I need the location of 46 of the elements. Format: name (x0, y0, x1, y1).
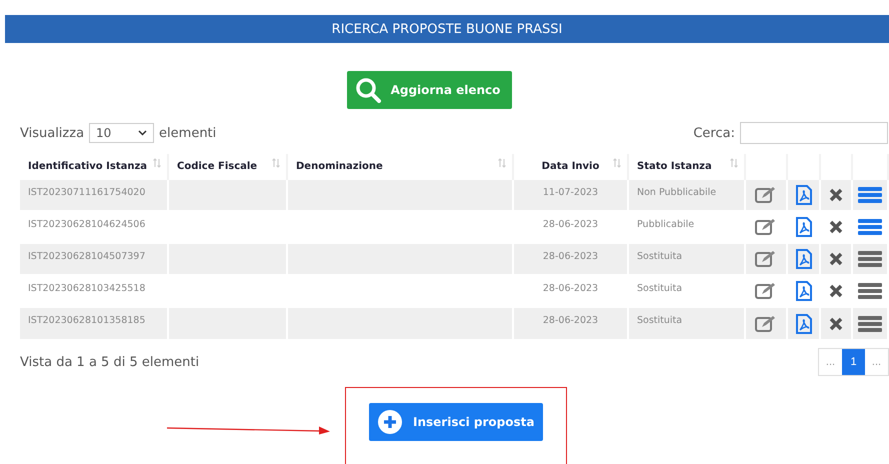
search-label: Cerca: (693, 126, 735, 140)
add-button[interactable]: Inserisci proposta (369, 403, 543, 441)
sort-icon (153, 158, 161, 168)
edit-icon[interactable] (755, 186, 777, 204)
edit-icon[interactable] (755, 282, 777, 300)
sort-icon (272, 158, 280, 168)
table-cell: 28-06-2023 (513, 243, 628, 275)
delete-icon[interactable] (829, 284, 843, 298)
list-icon[interactable] (858, 316, 882, 332)
page-button[interactable]: 1 (842, 349, 865, 375)
edit-icon[interactable] (755, 250, 777, 268)
table-cell: 11-07-2023 (513, 179, 628, 211)
table-cell: Sostituita (628, 307, 745, 339)
pdf-icon[interactable] (794, 185, 812, 205)
table-info: Vista da 1 a 5 di 5 elementi (20, 354, 200, 370)
table-cell: 28-06-2023 (513, 307, 628, 339)
list-icon[interactable] (858, 283, 882, 299)
table-cell: IST20230711161754020 (20, 179, 168, 211)
page-header: RICERCA PROPOSTE BUONE PRASSI (5, 15, 889, 43)
sort-icon (730, 158, 738, 168)
length-label: Visualizza (20, 126, 84, 140)
chevron-icon (138, 130, 148, 136)
search-field[interactable] (740, 122, 888, 144)
table-cell: IST20230628104507397 (20, 243, 168, 275)
pdf-icon[interactable] (794, 217, 812, 237)
delete-icon[interactable] (829, 188, 843, 202)
delete-icon[interactable] (829, 220, 843, 234)
table-cell: Sostituita (628, 243, 745, 275)
list-icon[interactable] (858, 251, 882, 267)
edit-icon[interactable] (755, 218, 777, 236)
delete-icon[interactable] (829, 252, 843, 266)
sort-icon (613, 158, 621, 168)
length-suffix: elementi (159, 126, 216, 140)
list-icon[interactable] (858, 219, 882, 235)
pdf-icon[interactable] (794, 249, 812, 269)
delete-icon[interactable] (829, 316, 843, 330)
edit-icon[interactable] (755, 314, 777, 332)
table-cell: Non Pubblicabile (628, 179, 745, 211)
search-icon (354, 77, 381, 103)
table-cell: IST20230628101358185 (20, 307, 168, 339)
sort-icon (498, 158, 506, 168)
plus-icon (377, 409, 403, 435)
pdf-icon[interactable] (794, 314, 812, 334)
pdf-icon[interactable] (794, 281, 812, 301)
length-select[interactable]: 10 (89, 123, 154, 143)
list-icon[interactable] (858, 187, 882, 203)
